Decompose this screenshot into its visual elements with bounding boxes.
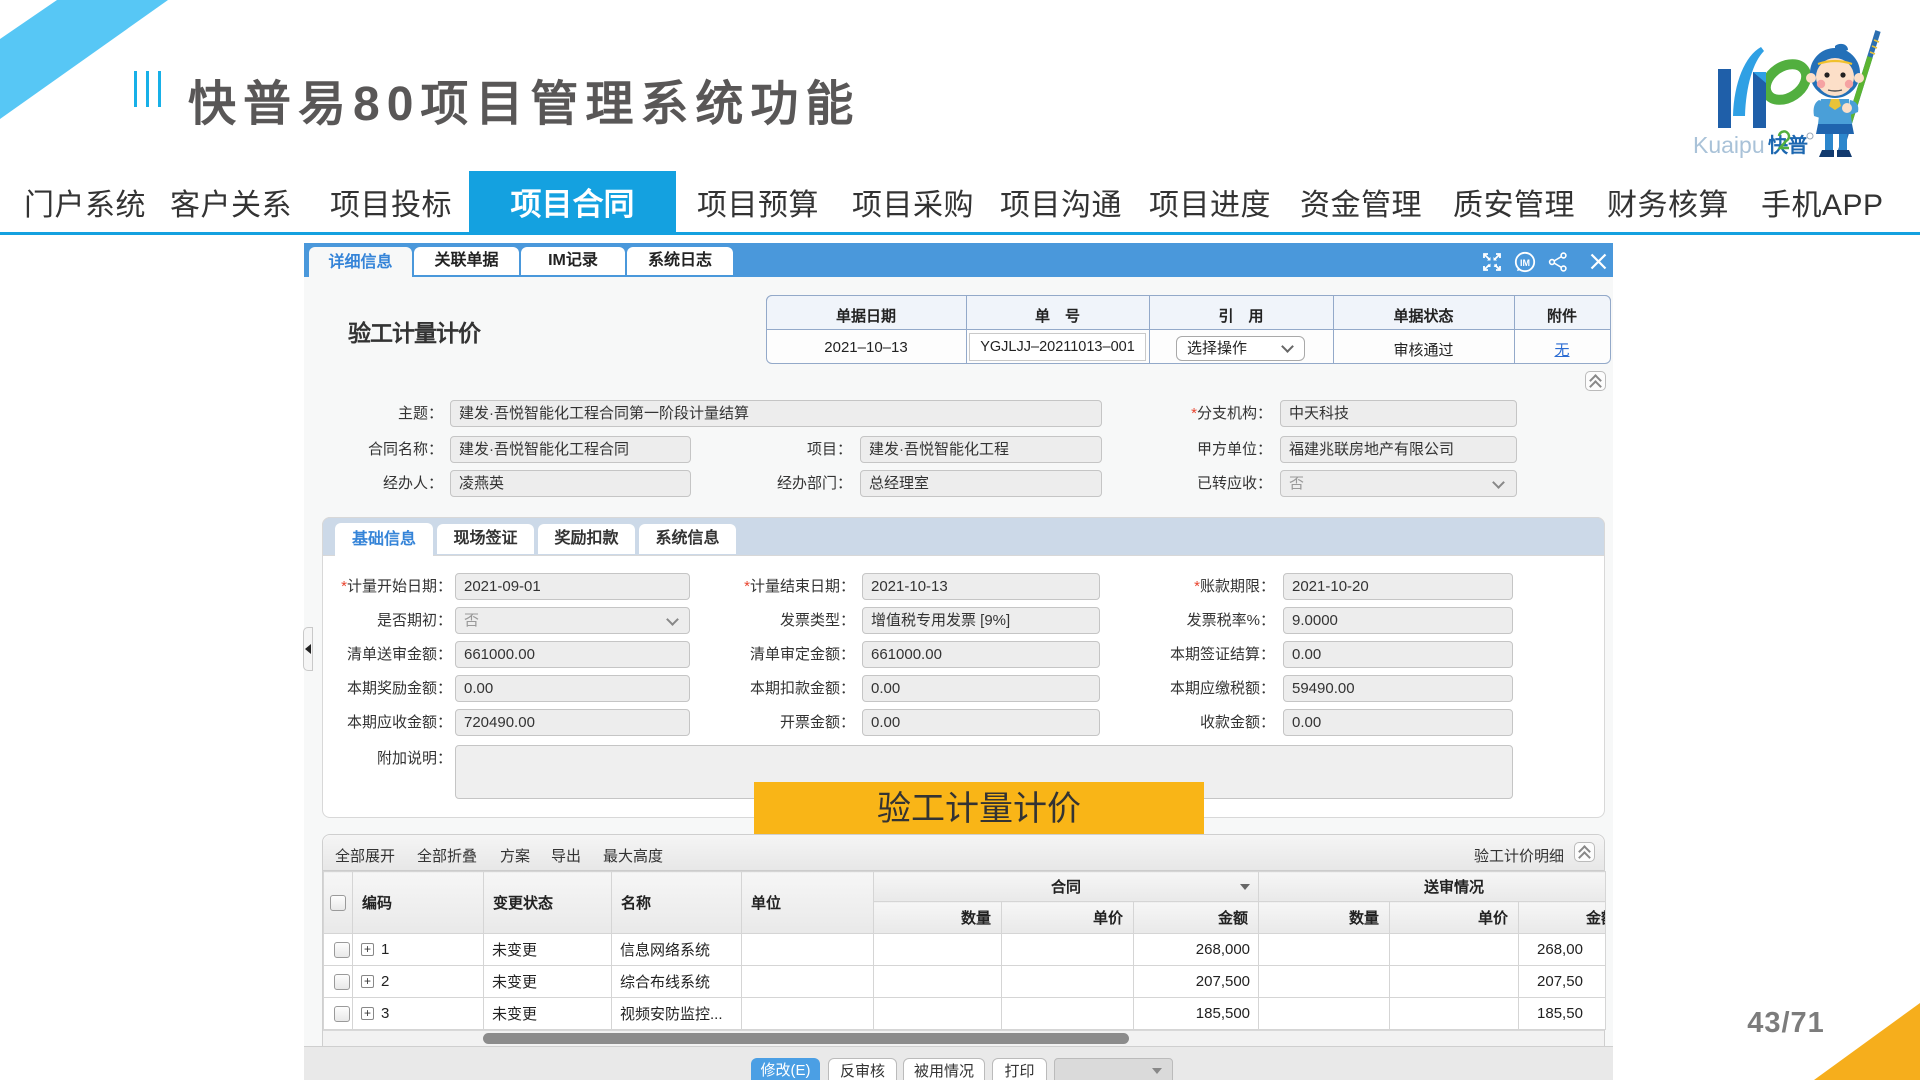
svg-text:Kuaipu: Kuaipu [1693, 132, 1765, 158]
svg-text:IM: IM [1520, 258, 1530, 268]
